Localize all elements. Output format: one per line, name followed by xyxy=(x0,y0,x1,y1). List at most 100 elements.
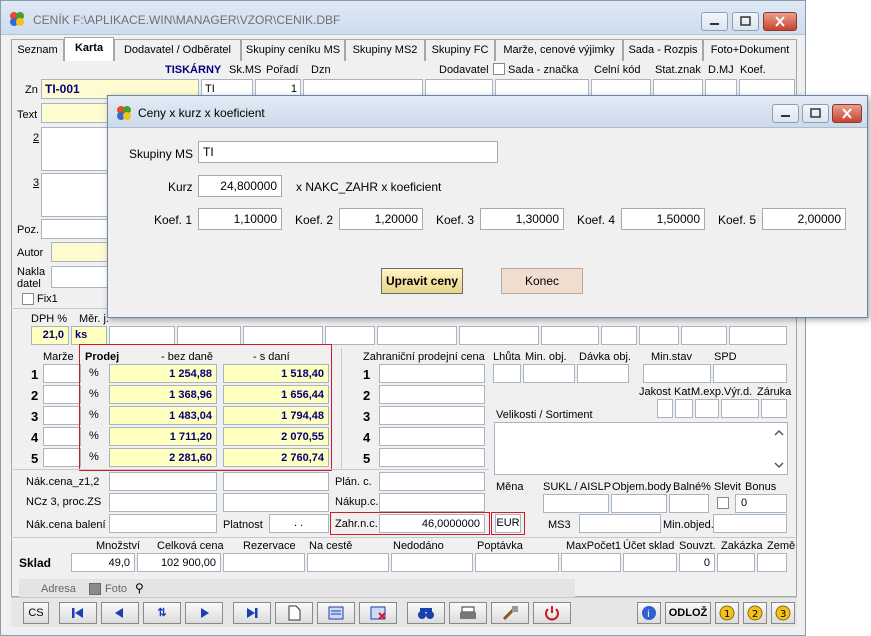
mnozstvi-field[interactable]: 49,0 xyxy=(71,553,135,572)
tab-foto-dokument[interactable]: Foto+Dokument xyxy=(703,39,797,61)
dph-field[interactable]: 21,0 xyxy=(31,326,69,345)
tab-sada-rozpis[interactable]: Sada - Rozpis xyxy=(623,39,703,61)
koef-5-field[interactable]: 2,00000 xyxy=(762,208,846,230)
kurz-field[interactable]: 24,800000 xyxy=(198,175,282,197)
text-field-2[interactable] xyxy=(41,127,111,171)
level-3-icon[interactable]: 3 xyxy=(771,602,795,624)
zahr-field-1[interactable] xyxy=(379,364,485,383)
zeme-field[interactable] xyxy=(757,553,787,572)
row2-field-6[interactable] xyxy=(459,326,539,345)
pin-icon[interactable]: ⚲ xyxy=(135,581,144,595)
marze-field-4[interactable] xyxy=(43,427,81,446)
ncz3-field-2[interactable] xyxy=(223,493,329,512)
level-2-icon[interactable]: 2 xyxy=(743,602,767,624)
koef-4-field[interactable]: 1,50000 xyxy=(621,208,705,230)
slevit-checkbox[interactable] xyxy=(717,497,729,509)
row2-field-2[interactable] xyxy=(177,326,241,345)
nakup-c-field[interactable] xyxy=(379,493,485,512)
velikosti-textarea[interactable] xyxy=(494,422,788,475)
sada-znacka-checkbox[interactable] xyxy=(493,63,505,75)
plan-c-field[interactable] xyxy=(379,472,485,491)
ms3-field[interactable] xyxy=(579,514,661,533)
tab-marze[interactable]: Marže, cenové výjimky xyxy=(495,39,623,61)
fix-checkbox[interactable] xyxy=(22,293,34,305)
souvzt-field[interactable]: 0 xyxy=(679,553,715,572)
min-stav-field[interactable] xyxy=(643,364,711,383)
max-pocet-field[interactable] xyxy=(561,553,621,572)
zahr-field-3[interactable] xyxy=(379,406,485,425)
edit-record-icon[interactable] xyxy=(317,602,355,624)
tab-seznam[interactable]: Seznam xyxy=(11,39,64,61)
text-field-1[interactable] xyxy=(41,103,111,123)
row2-field-7[interactable] xyxy=(541,326,599,345)
nedodano-field[interactable] xyxy=(391,553,473,572)
foto-checkbox[interactable] xyxy=(89,583,101,595)
zahr-field-4[interactable] xyxy=(379,427,485,446)
scrollbar[interactable] xyxy=(771,423,787,474)
row2-field-9[interactable] xyxy=(639,326,679,345)
sort-button[interactable]: ⇅ xyxy=(143,602,181,624)
new-record-icon[interactable] xyxy=(275,602,313,624)
nakladatel-field[interactable] xyxy=(51,266,111,288)
level-1-icon[interactable]: 1 xyxy=(715,602,739,624)
vyrd-field[interactable] xyxy=(721,399,759,418)
koef-2-field[interactable]: 1,20000 xyxy=(339,208,423,230)
objem-field[interactable] xyxy=(611,494,667,513)
jakost-field[interactable] xyxy=(657,399,673,418)
upravit-ceny-button[interactable]: Upravit ceny xyxy=(381,268,463,294)
balne-field[interactable] xyxy=(669,494,709,513)
marze-field-1[interactable] xyxy=(43,364,81,383)
zahr-field-2[interactable] xyxy=(379,385,485,404)
konec-button[interactable]: Konec xyxy=(501,268,583,294)
ucet-sklad-field[interactable] xyxy=(623,553,677,572)
cs-button[interactable]: CS xyxy=(23,602,49,624)
last-record-button[interactable] xyxy=(233,602,271,624)
zahr-field-5[interactable] xyxy=(379,448,485,467)
koef-3-field[interactable]: 1,30000 xyxy=(480,208,564,230)
delete-record-icon[interactable] xyxy=(359,602,397,624)
poz-field[interactable] xyxy=(41,219,111,239)
nak-cena-field-2[interactable] xyxy=(223,472,329,491)
tools-icon[interactable] xyxy=(491,602,529,624)
zakazka-field[interactable] xyxy=(717,553,755,572)
dialog-maximize-button[interactable] xyxy=(802,104,829,123)
tab-skupiny-ceniku[interactable]: Skupiny ceníku MS xyxy=(241,39,345,61)
text-field-3[interactable] xyxy=(41,173,111,217)
info-icon[interactable]: i xyxy=(637,602,661,624)
tab-karta[interactable]: Karta xyxy=(64,37,114,61)
lhuta-field[interactable] xyxy=(493,364,521,383)
minimize-button[interactable] xyxy=(701,12,728,31)
skupiny-ms-field[interactable]: TI xyxy=(198,141,498,163)
dialog-minimize-button[interactable] xyxy=(772,104,799,123)
marze-field-2[interactable] xyxy=(43,385,81,404)
mer-field[interactable]: ks xyxy=(71,326,107,345)
davka-field[interactable] xyxy=(577,364,629,383)
spd-field[interactable] xyxy=(713,364,787,383)
marze-field-3[interactable] xyxy=(43,406,81,425)
sukl-field[interactable] xyxy=(543,494,609,513)
na-ceste-field[interactable] xyxy=(307,553,389,572)
mexp-field[interactable] xyxy=(695,399,719,418)
row2-field-10[interactable] xyxy=(681,326,727,345)
odloz-button[interactable]: ODLOŽ xyxy=(665,602,711,624)
tab-foto[interactable]: Foto xyxy=(105,583,127,595)
tab-skupiny-fc[interactable]: Skupiny FC xyxy=(425,39,495,61)
next-record-button[interactable] xyxy=(185,602,223,624)
prev-record-button[interactable] xyxy=(101,602,139,624)
celkova-field[interactable]: 102 900,00 xyxy=(137,553,221,572)
close-button[interactable] xyxy=(763,12,797,31)
first-record-button[interactable] xyxy=(59,602,97,624)
row2-field-11[interactable] xyxy=(729,326,787,345)
poptavka-field[interactable] xyxy=(475,553,559,572)
power-icon[interactable] xyxy=(533,602,571,624)
tab-skupiny-ms2[interactable]: Skupiny MS2 xyxy=(345,39,425,61)
row2-field-8[interactable] xyxy=(601,326,637,345)
search-binoculars-icon[interactable] xyxy=(407,602,445,624)
dialog-close-button[interactable] xyxy=(832,104,862,123)
nak-cena-field-1[interactable] xyxy=(109,472,217,491)
zaruka-field[interactable] xyxy=(761,399,787,418)
rezervace-field[interactable] xyxy=(223,553,305,572)
print-icon[interactable] xyxy=(449,602,487,624)
ncz3-field-1[interactable] xyxy=(109,493,217,512)
kat-field[interactable] xyxy=(675,399,693,418)
